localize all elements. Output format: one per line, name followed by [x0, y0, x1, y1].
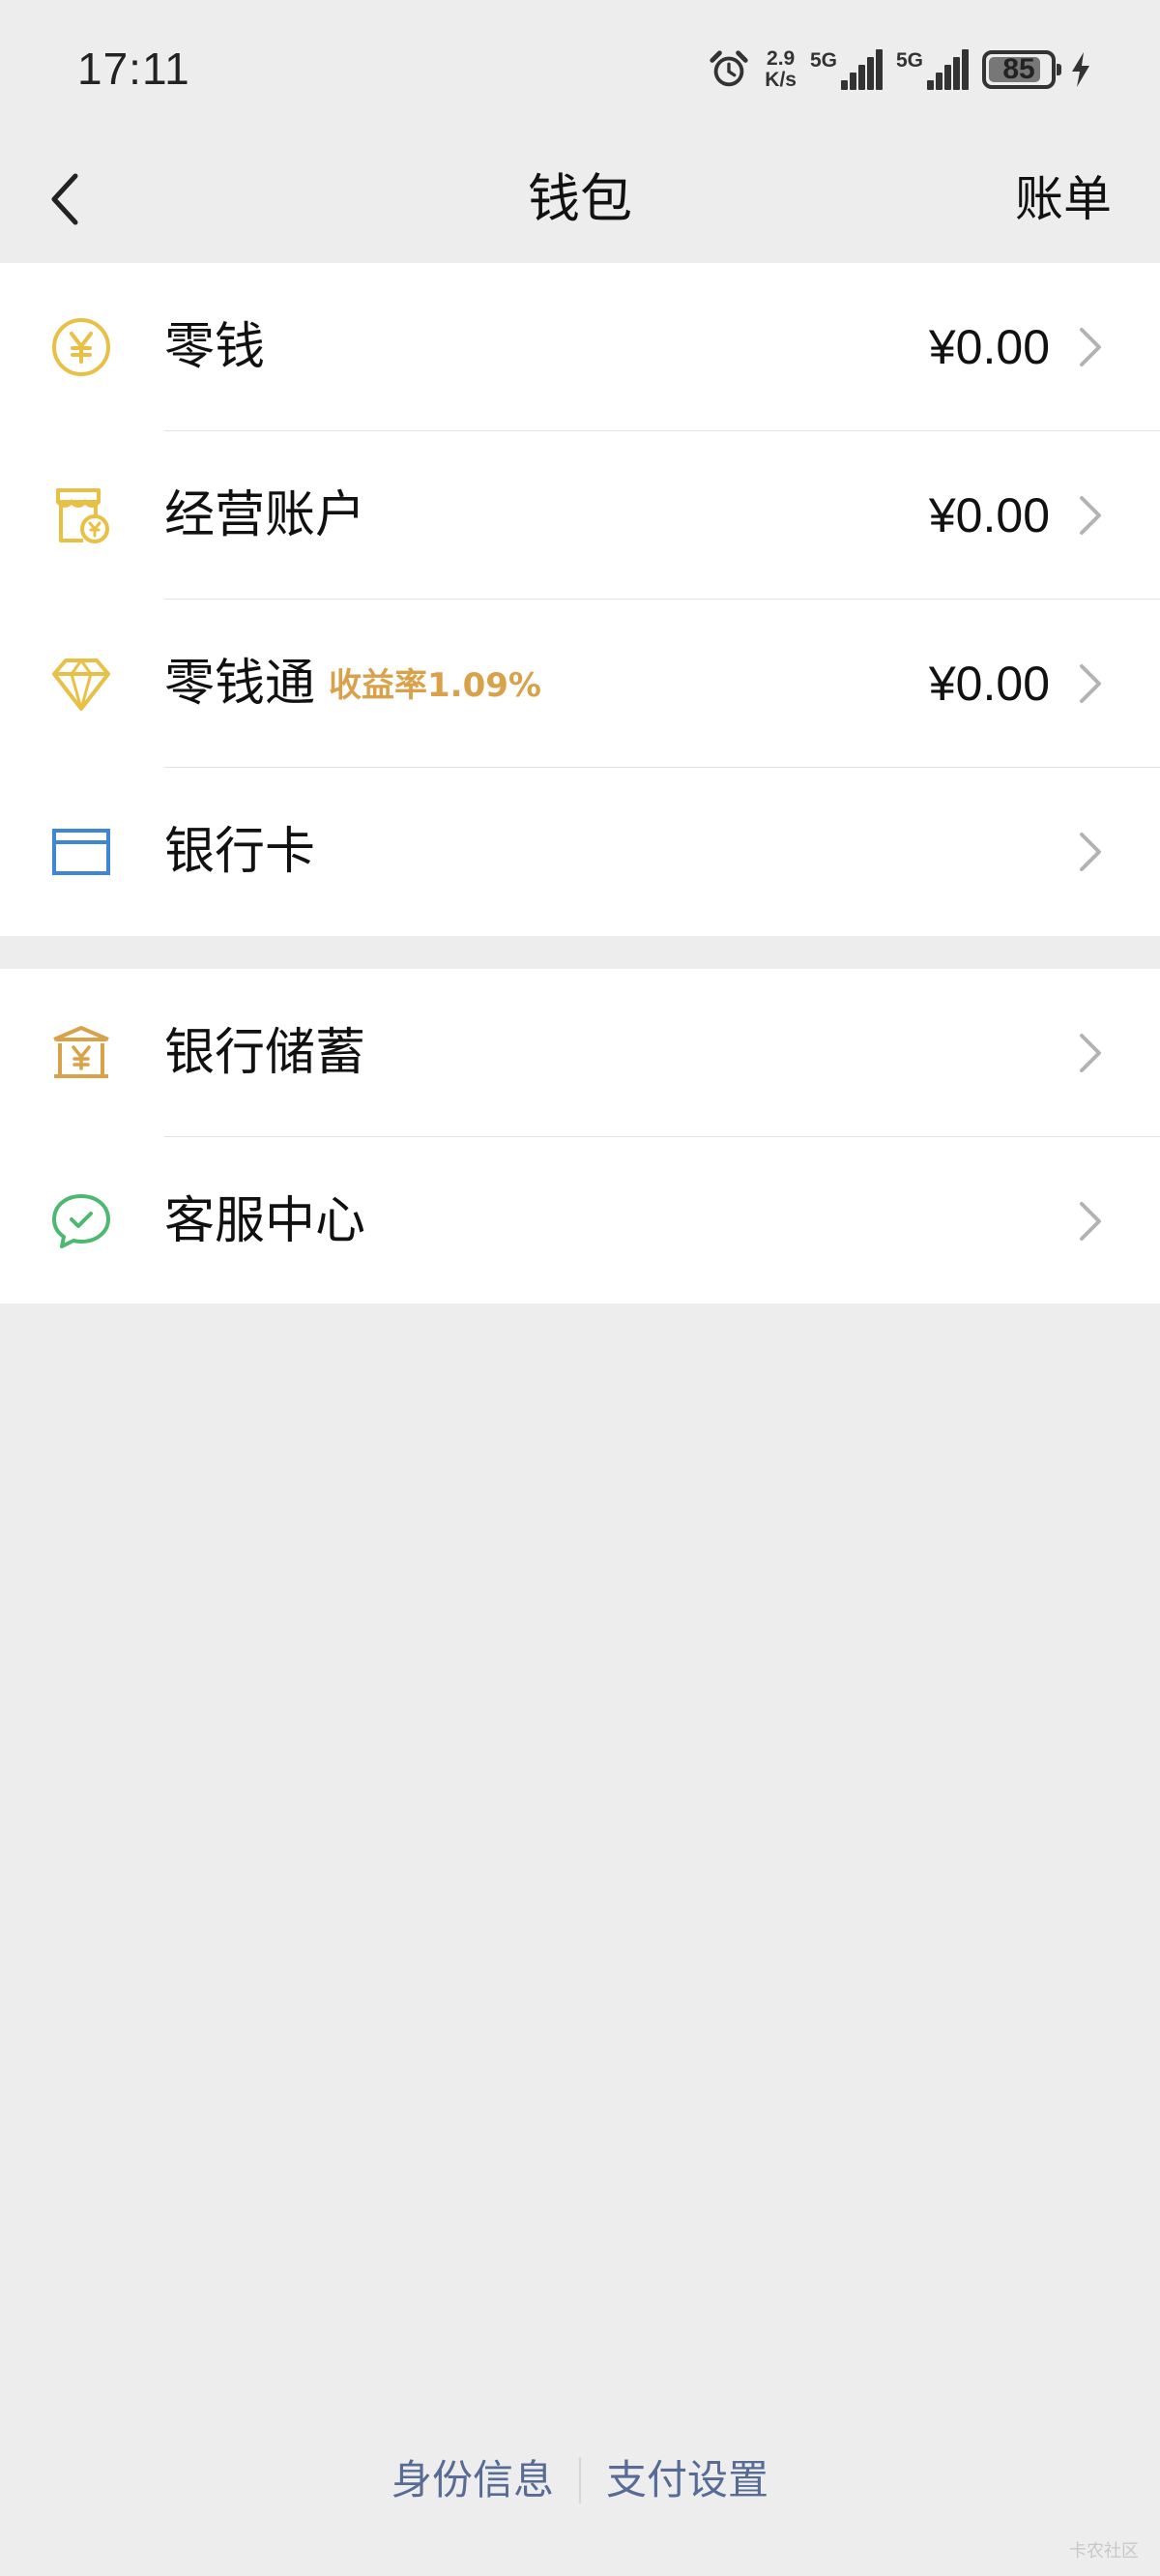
balance-value: ¥0.00: [928, 488, 1050, 542]
bank-card-icon: [52, 829, 110, 875]
diamond-icon: [52, 659, 110, 711]
identity-info-link[interactable]: 身份信息: [366, 2446, 579, 2514]
page-title: 钱包: [528, 168, 632, 229]
status-icons: 2.9 K/s 5G 5G 85: [707, 39, 1092, 101]
balance-value: ¥0.00: [928, 320, 1050, 374]
balance-value: ¥0.00: [928, 657, 1050, 711]
network-speed: 2.9 K/s: [765, 48, 797, 91]
list-item-lingqiantong[interactable]: 零钱通 收益率1.09% ¥0.00: [0, 600, 1160, 768]
chevron-right-icon: [1080, 1202, 1101, 1241]
sim2-label: 5G: [895, 49, 923, 72]
status-time: 17:11: [77, 44, 190, 94]
battery-icon: 85: [982, 50, 1061, 89]
watermark: 卡农社区: [1069, 2541, 1139, 2561]
nav-bar: 钱包 账单: [0, 135, 1160, 263]
wallet-screen: 17:11 2.9 K/s 5G 5G 85 钱包 账单 零钱 ¥0.00 经营…: [0, 0, 1160, 2576]
yield-rate-tag: 收益率1.09%: [329, 666, 541, 705]
chevron-right-icon: [1080, 1034, 1101, 1072]
chevron-right-icon: [1080, 328, 1101, 366]
sim1-label: 5G: [809, 49, 837, 72]
chevron-right-icon: [1080, 664, 1101, 703]
list-item-label: 经营账户: [164, 486, 366, 544]
alarm-icon: [710, 50, 748, 87]
signal-icon: 5G: [810, 49, 883, 90]
payment-settings-link[interactable]: 支付设置: [581, 2446, 794, 2514]
list-item-business-account[interactable]: 经营账户 ¥0.00: [0, 431, 1160, 600]
battery-level: 85: [1002, 53, 1035, 85]
list-item-bank-savings[interactable]: 银行储蓄: [0, 969, 1160, 1137]
status-bar: 17:11 2.9 K/s 5G 5G 85: [0, 0, 1160, 135]
wallet-group-primary: 零钱 ¥0.00 经营账户 ¥0.00 零钱通 收益率1.09% ¥0.00 银…: [0, 263, 1160, 936]
list-item-label: 零钱通 收益率1.09%: [164, 655, 541, 713]
list-item-label: 零钱: [164, 318, 266, 376]
signal-icon-2: 5G: [896, 49, 969, 90]
network-speed-value: 2.9: [767, 47, 796, 70]
shop-account-icon: [56, 488, 109, 543]
wallet-group-services: 银行储蓄 客服中心: [0, 969, 1160, 1303]
customer-service-icon: [52, 1194, 110, 1248]
list-item-customer-service[interactable]: 客服中心: [0, 1137, 1160, 1305]
list-item-label: 银行储蓄: [164, 1024, 366, 1082]
list-item-label: 客服中心: [164, 1192, 366, 1250]
charging-icon: [1072, 52, 1089, 87]
bill-button[interactable]: 账单: [1015, 162, 1112, 236]
list-item-label: 银行卡: [164, 823, 316, 881]
chevron-right-icon: [1080, 496, 1101, 535]
list-item-bank-card[interactable]: 银行卡: [0, 768, 1160, 936]
chevron-right-icon: [1080, 833, 1101, 871]
footer-links: 身份信息 支付设置: [0, 2446, 1160, 2514]
list-item-change[interactable]: 零钱 ¥0.00: [0, 263, 1160, 431]
network-speed-unit: K/s: [765, 69, 797, 91]
coin-yen-icon: [52, 318, 110, 376]
bank-building-icon: [53, 1026, 109, 1078]
